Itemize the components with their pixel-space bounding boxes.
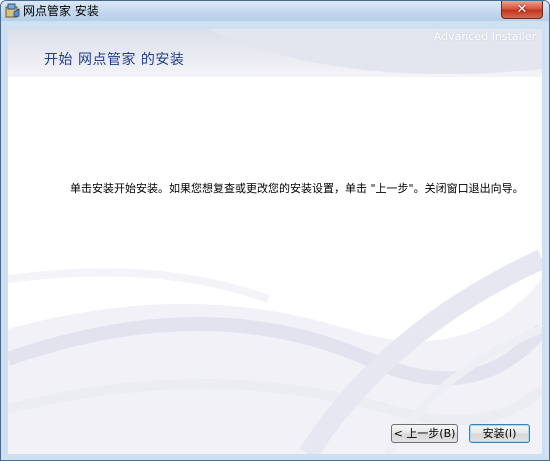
install-button[interactable]: 安装(I) (469, 424, 530, 443)
background-swoosh-art (8, 29, 542, 454)
title-bar[interactable]: 网点管家 安装 ✕ (1, 1, 549, 21)
window-title: 网点管家 安装 (23, 4, 99, 18)
installer-window: 网点管家 安装 ✕ Advanced Installer 开始 网点管家 的安装… (0, 0, 550, 461)
page-title: 开始 网点管家 的安装 (44, 52, 185, 68)
brand-watermark: Advanced Installer (433, 30, 536, 43)
close-button[interactable]: ✕ (501, 1, 543, 19)
close-icon: ✕ (516, 2, 528, 17)
instruction-text: 单击安装开始安装。如果您想复查或更改您的安装设置，单击 "上一步"。关闭窗口退出… (70, 182, 524, 195)
wizard-page: Advanced Installer 开始 网点管家 的安装 单击安装开始安装。… (8, 29, 542, 454)
installer-app-icon (5, 3, 20, 18)
back-button[interactable]: < 上一步(B) (391, 424, 458, 443)
